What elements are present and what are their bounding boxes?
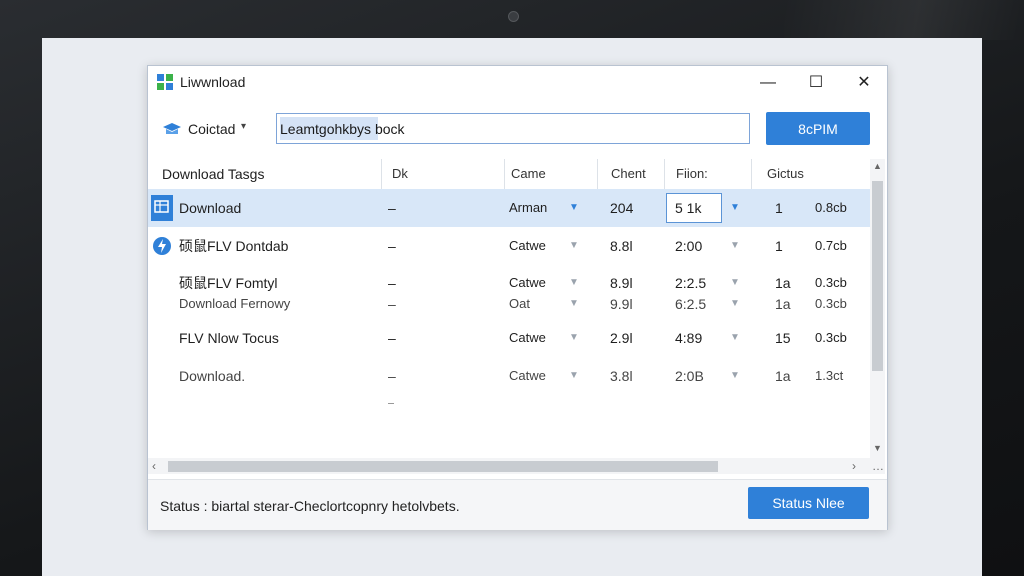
column-divider [504, 159, 505, 189]
column-divider [751, 159, 752, 189]
chevron-down-icon[interactable]: ▼ [569, 227, 579, 265]
row-cell: – [388, 238, 396, 254]
scroll-down-icon[interactable]: ▼ [872, 443, 883, 453]
minimize-button[interactable]: — [748, 70, 788, 96]
row-cell: 1 [775, 200, 783, 216]
column-header-chent[interactable]: Chent [611, 159, 646, 189]
table-row[interactable]: Download Fernowy – Oat ▼ 9.9l 6:2.5 ▼ 1a… [148, 290, 870, 318]
row-cell: Catwe [509, 368, 546, 383]
row-cell: Catwe [509, 238, 546, 253]
row-cell: 2:00 [675, 238, 703, 254]
horizontal-scrollbar[interactable]: ‹ › … [148, 458, 885, 474]
list-icon [151, 195, 173, 221]
row-cell: Catwe [509, 330, 546, 345]
row-cell: 1a [775, 368, 791, 384]
row-cell: 2:0B [675, 368, 704, 384]
chevron-down-icon[interactable]: ▼ [569, 319, 579, 357]
row-cell: 0.7cb [815, 238, 847, 253]
table-row[interactable]: Download. – Catwe ▼ 3.8l 2:0B ▼ 1a 1.3ct [148, 357, 870, 395]
row-name: FLV Nlow Tocus [179, 330, 279, 346]
location-dropdown[interactable]: Coictad [188, 121, 235, 137]
vertical-scrollbar[interactable]: ▲ ▼ [870, 159, 885, 461]
row-cell: – [388, 200, 396, 216]
close-button[interactable]: ✕ [844, 70, 884, 96]
chevron-down-icon[interactable]: ▼ [730, 189, 740, 227]
app-window: Liwwnload — ☐ ✕ Coictad ▾ Leamtgohkbys b… [147, 65, 888, 530]
row-cell: 204 [610, 200, 634, 216]
title-bar[interactable]: Liwwnload — ☐ ✕ [148, 66, 887, 99]
row-cell: 3.8l [610, 368, 633, 384]
row-cell: 0.3cb [815, 296, 847, 311]
horizontal-scroll-thumb[interactable] [168, 461, 718, 472]
table-row[interactable]: FLV Nlow Tocus – Catwe ▼ 2.9l 4:89 ▼ 15 … [148, 319, 870, 357]
chevron-down-icon[interactable]: ▼ [730, 227, 740, 265]
chevron-down-icon[interactable]: ▼ [730, 357, 740, 395]
status-text: Status : biartal sterar-Checlortcopnry h… [160, 498, 460, 514]
row-cell: 1a [775, 296, 791, 312]
bezel-highlight [784, 0, 1024, 40]
download-table: Download Tasgs Dk Came Chent Fiion: Gict… [148, 159, 887, 479]
row-cell: 0.8cb [815, 200, 847, 215]
bolt-icon [153, 237, 171, 255]
column-header-dk[interactable]: Dk [392, 159, 408, 189]
column-divider [664, 159, 665, 189]
table-row[interactable]: 硕鼠FLV Dontdab – Catwe ▼ 8.8l 2:00 ▼ 1 0.… [148, 227, 870, 265]
row-cell: 15 [775, 330, 791, 346]
row-cell-editing[interactable]: 5 1k [675, 189, 701, 227]
table-row[interactable]: Download – Arman ▼ 204 5 1k ▼ 1 0.8cb [148, 189, 870, 227]
chevron-down-icon[interactable]: ▼ [730, 319, 740, 357]
scroll-up-icon[interactable]: ▲ [872, 161, 883, 171]
row-name: Download. [179, 368, 246, 384]
column-header-fiion[interactable]: Fiion: [676, 159, 708, 189]
column-divider [381, 159, 382, 189]
row-name: Download [179, 200, 242, 216]
webcam [508, 11, 519, 22]
row-cell: 1.3ct [815, 368, 844, 383]
row-cell: 1 [775, 238, 783, 254]
row-cell: 0.3cb [815, 330, 847, 345]
status-button[interactable]: Status Nlee [748, 487, 869, 519]
more-icon[interactable]: … [872, 458, 884, 474]
search-submit-button[interactable]: 8cPIM [766, 112, 870, 145]
row-cell: – [388, 368, 396, 384]
row-cell: 4:89 [675, 330, 703, 346]
chevron-down-icon[interactable]: ▾ [241, 121, 246, 132]
status-bar: Status : biartal sterar-Checlortcopnry h… [148, 479, 887, 530]
empty-row-marker [388, 403, 394, 404]
row-cell: – [388, 330, 396, 346]
chevron-down-icon[interactable]: ▼ [569, 290, 579, 318]
chevron-down-icon[interactable]: ▼ [730, 290, 740, 318]
scroll-right-icon[interactable]: › [852, 458, 856, 474]
row-cell: 2.9l [610, 330, 633, 346]
row-cell: 6:2.5 [675, 296, 707, 312]
search-selection-highlight [280, 117, 378, 140]
row-cell: 8.8l [610, 238, 633, 254]
row-cell: – [388, 296, 396, 312]
column-header-gictus[interactable]: Gictus [767, 159, 804, 189]
folder-cloud-icon[interactable] [162, 121, 182, 137]
column-header-tasks[interactable]: Download Tasgs [162, 159, 264, 189]
row-cell: Arman [509, 200, 548, 215]
vertical-scroll-thumb[interactable] [872, 181, 883, 371]
row-cell: 9.9l [610, 296, 633, 312]
app-logo-icon [157, 74, 173, 90]
chevron-down-icon[interactable]: ▼ [569, 189, 579, 227]
column-header-came[interactable]: Came [511, 159, 546, 189]
row-name: 硕鼠FLV Dontdab [179, 238, 289, 254]
chevron-down-icon[interactable]: ▼ [569, 357, 579, 395]
column-divider [597, 159, 598, 189]
window-title: Liwwnload [180, 74, 246, 90]
scroll-left-icon[interactable]: ‹ [152, 458, 156, 474]
row-cell: Oat [509, 296, 530, 311]
row-name: Download Fernowy [179, 296, 291, 311]
maximize-button[interactable]: ☐ [796, 70, 836, 96]
